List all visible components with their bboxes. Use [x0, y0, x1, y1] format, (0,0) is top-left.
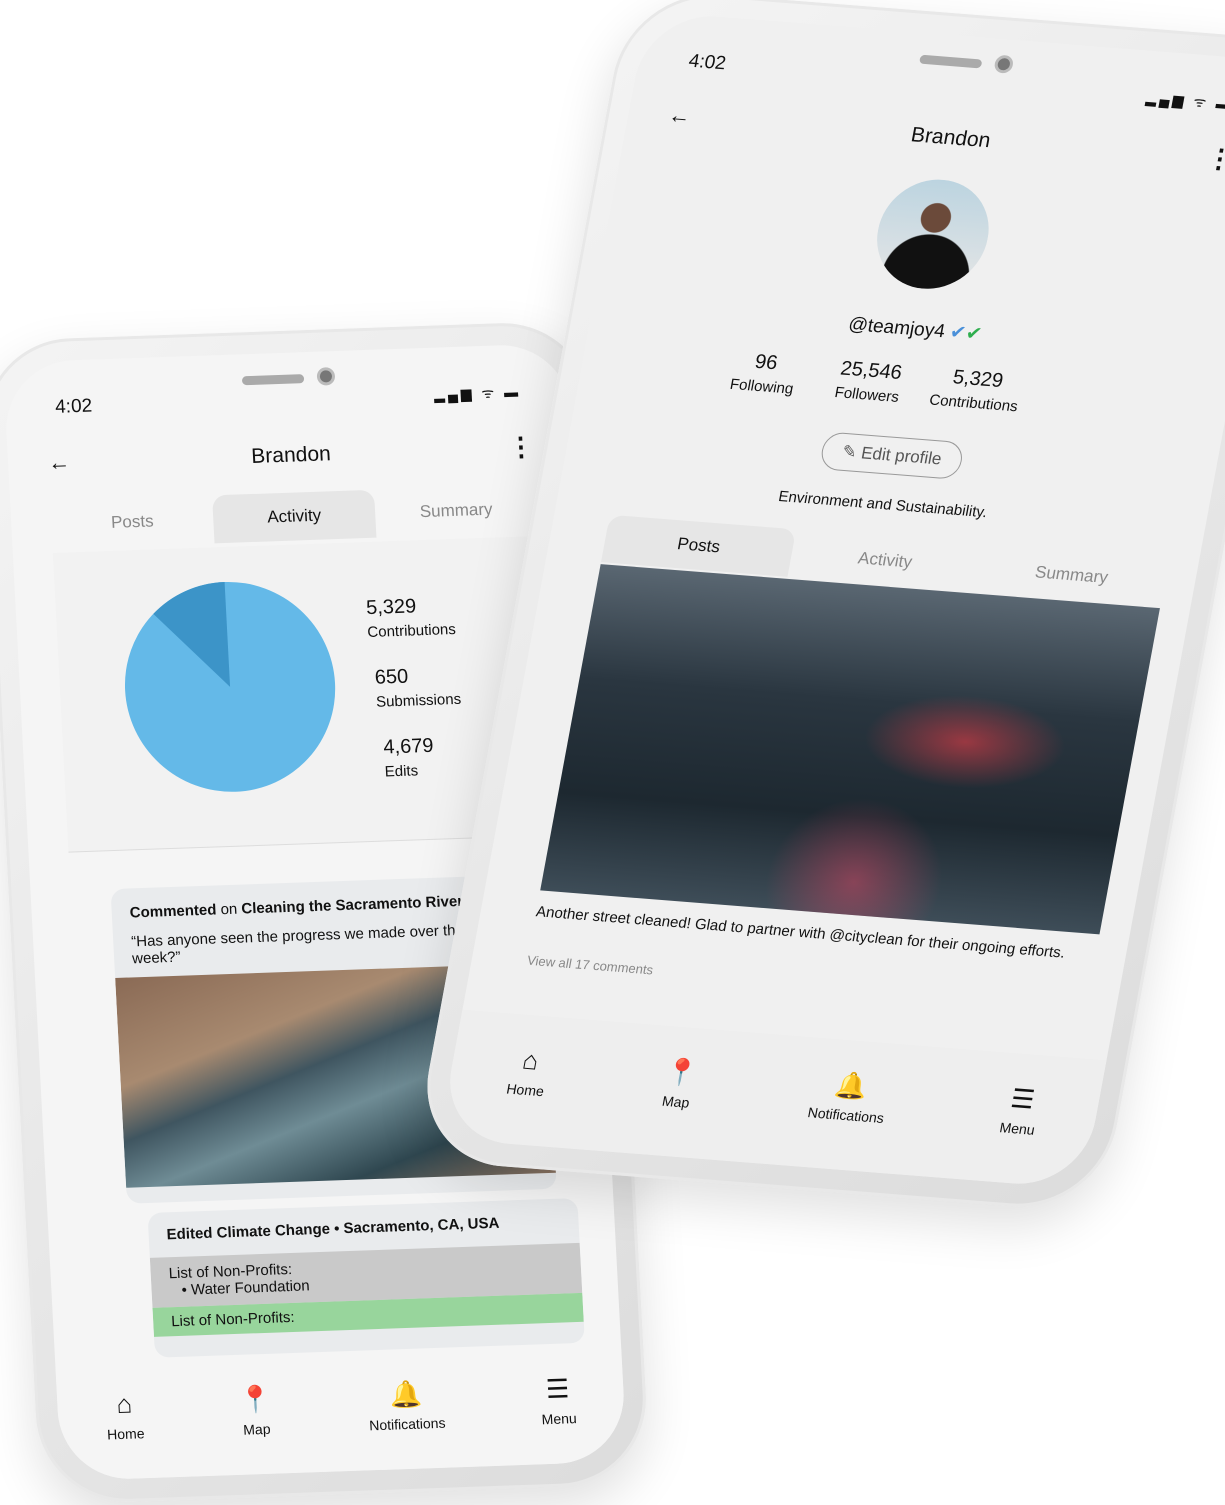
home-icon: ⌂	[520, 1044, 542, 1076]
stat-edits: 4,679 Edits	[382, 734, 435, 781]
stat-following[interactable]: 96 Following	[729, 349, 800, 398]
time: 4:02	[686, 50, 728, 75]
nav-home[interactable]: ⌂ Home	[105, 1388, 147, 1479]
menu-icon: ☰	[1008, 1083, 1038, 1115]
stat-contributions[interactable]: 5,329 Contributions	[928, 365, 1024, 415]
stat-followers[interactable]: 25,546 Followers	[833, 357, 905, 406]
tab-summary[interactable]: Summary	[374, 484, 538, 538]
more-options-icon[interactable]: ⋮	[507, 431, 535, 463]
shield-check-icon: ✔	[963, 323, 984, 346]
stat-contributions: 5,329 Contributions	[365, 595, 457, 642]
edit-activity-card[interactable]: Edited Climate Change • Sacramento, CA, …	[147, 1197, 585, 1358]
nav-menu[interactable]: ☰ Menu	[990, 1083, 1043, 1185]
edit-profile-button[interactable]: ✎ Edit profile	[818, 431, 966, 480]
bottom-nav: ⌂ Home 📍 Map 🔔 Notifications ☰ Menu	[438, 1009, 1107, 1189]
contributions-pie-chart	[124, 581, 336, 792]
street-photo[interactable]	[540, 564, 1160, 935]
signal-wifi-battery-icon: ▂▄▆ ᯤ ▬	[433, 383, 522, 403]
map-pin-icon: 📍	[662, 1055, 701, 1089]
profile-screen: 4:02 ▂▄▆ ᯤ ▬ ← Brandon ⋮ @teamjoy4 ✔✔ 96 F…	[438, 11, 1225, 1189]
right-phone: 4:02 ▂▄▆ ᯤ ▬ ← Brandon ⋮ @teamjoy4 ✔✔ 96 F…	[412, 0, 1225, 1214]
bell-icon: 🔔	[832, 1069, 871, 1102]
avatar	[867, 175, 998, 293]
menu-icon: ☰	[545, 1373, 571, 1405]
bell-icon: 🔔	[388, 1378, 423, 1410]
tab-activity[interactable]: Activity	[212, 489, 377, 544]
nav-menu[interactable]: ☰ Menu	[539, 1373, 579, 1464]
tab-posts[interactable]: Posts	[50, 495, 214, 549]
nav-notifications[interactable]: 🔔 Notifications	[798, 1068, 892, 1173]
nav-map[interactable]: 📍 Map	[650, 1055, 701, 1157]
view-comments-link[interactable]: View all 17 comments	[526, 953, 655, 978]
time: 4:02	[54, 395, 93, 418]
stat-submissions: 650 Submissions	[374, 665, 462, 711]
nav-map[interactable]: 📍 Map	[238, 1384, 275, 1475]
bottom-nav: ⌂ Home 📍 Map 🔔 Notifications ☰ Menu	[55, 1349, 628, 1482]
username: @teamjoy4 ✔✔	[846, 313, 984, 346]
pencil-icon: ✎	[840, 441, 859, 462]
nav-notifications[interactable]: 🔔 Notifications	[367, 1378, 448, 1471]
map-pin-icon: 📍	[238, 1383, 273, 1415]
nav-home[interactable]: ⌂ Home	[497, 1044, 553, 1146]
signal-wifi-battery-icon: ▂▄▆ ᯤ ▬	[1144, 89, 1225, 113]
page-title: Brandon	[909, 123, 993, 153]
page-title: Brandon	[250, 442, 332, 468]
home-icon: ⌂	[115, 1388, 133, 1420]
